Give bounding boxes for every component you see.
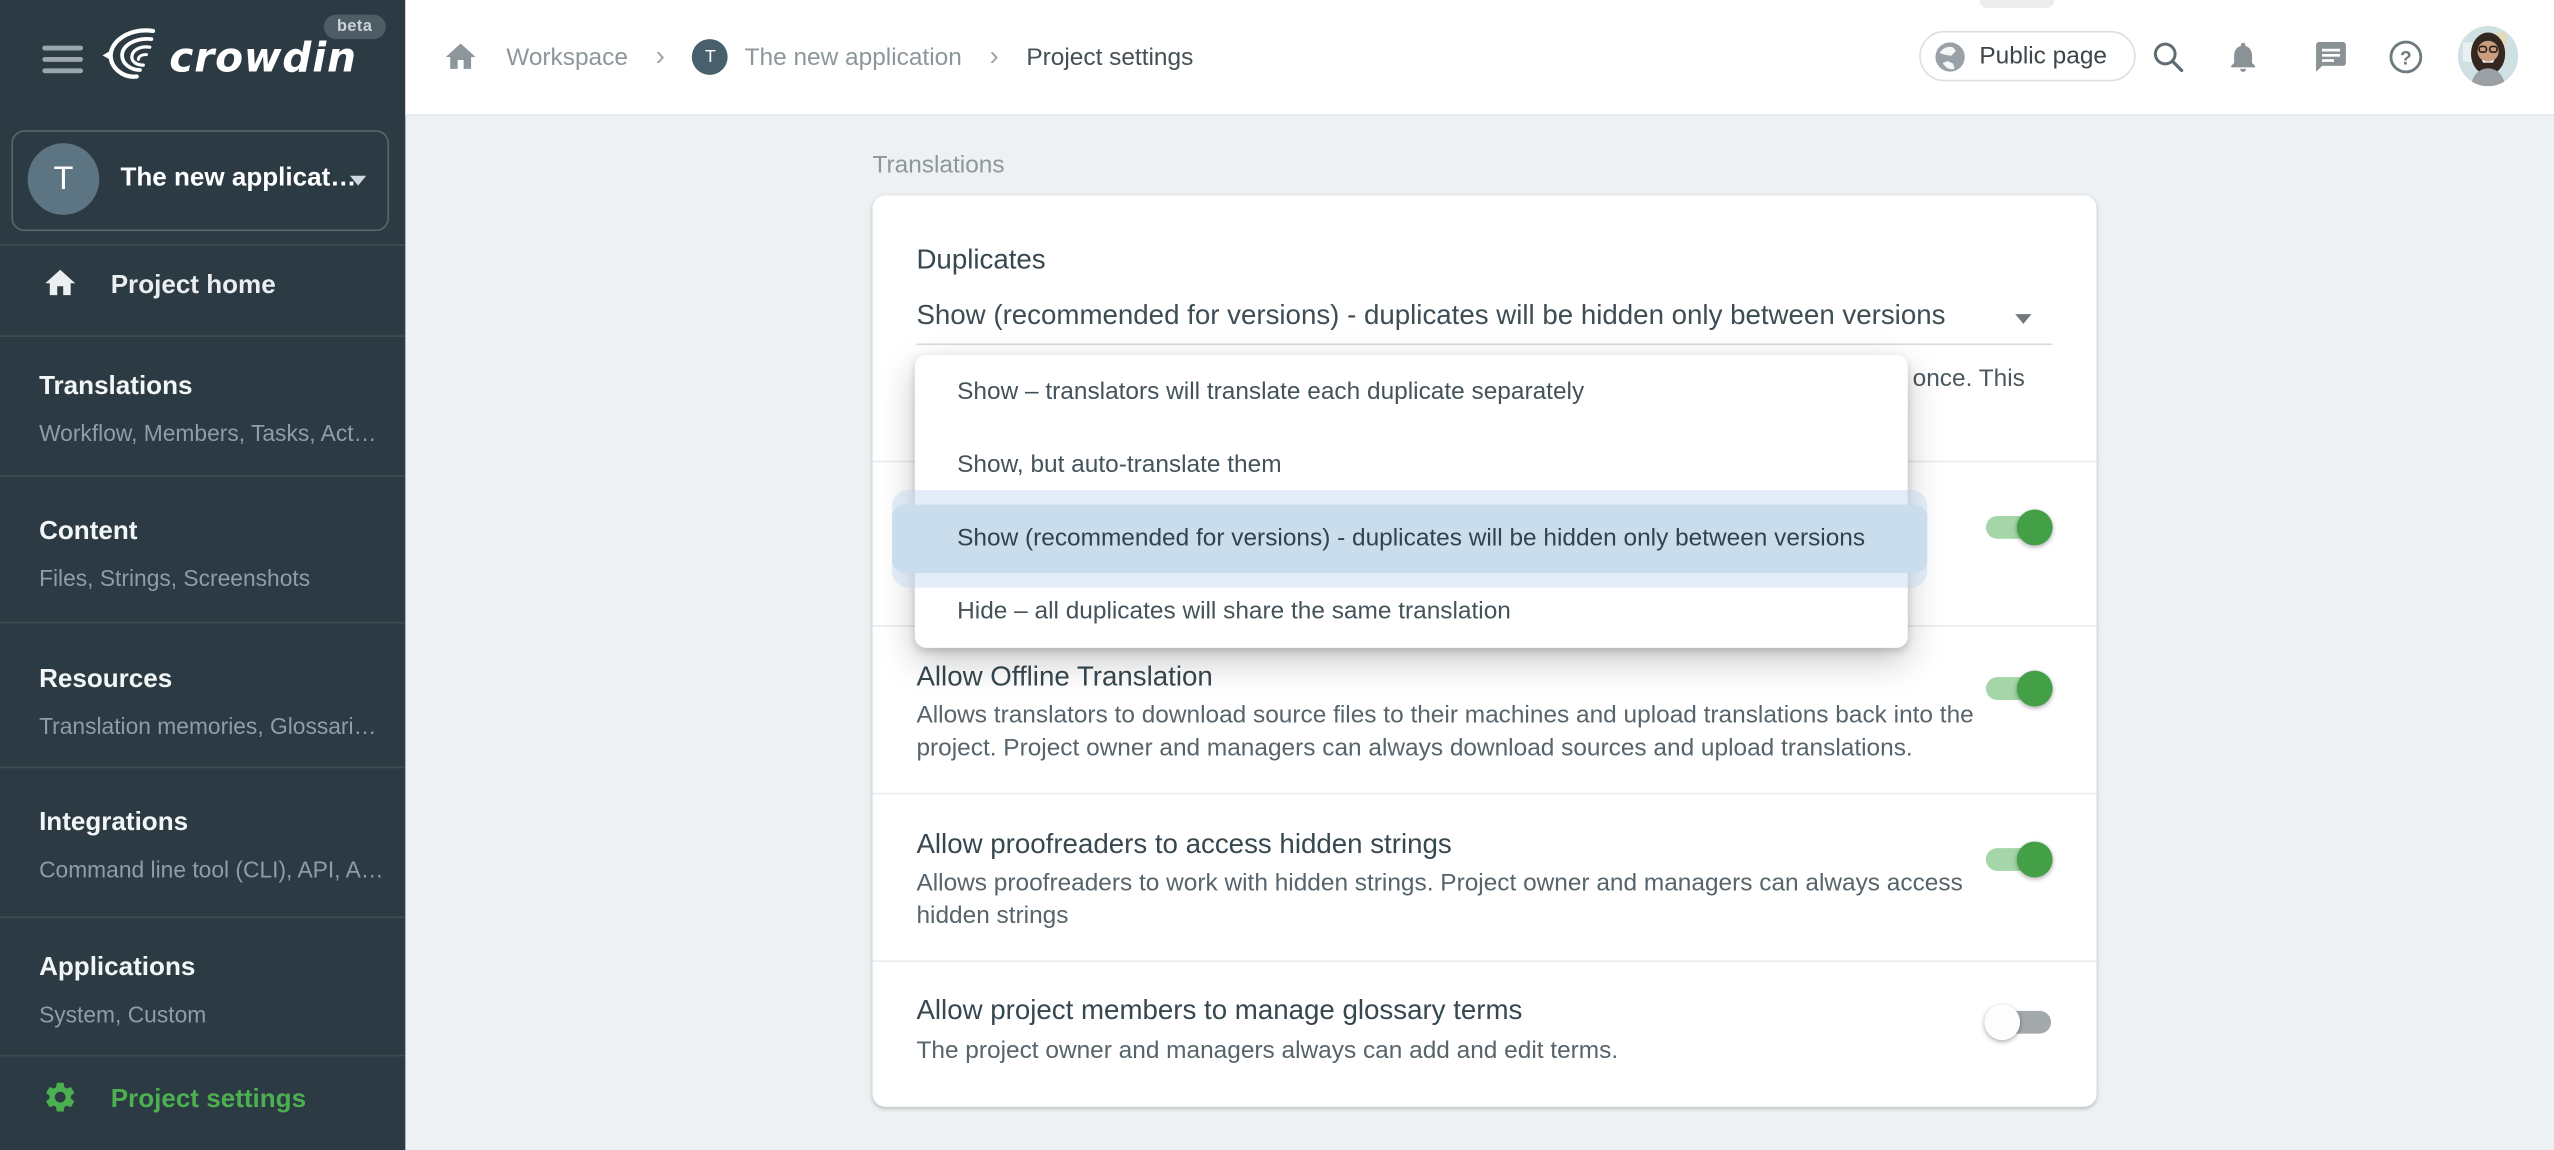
- svg-text:?: ?: [2400, 47, 2412, 69]
- chevron-right-icon: ›: [655, 40, 665, 72]
- duplicates-select[interactable]: Show (recommended for versions) - duplic…: [916, 300, 2052, 333]
- section-title: Resources: [39, 665, 173, 694]
- breadcrumb-workspace[interactable]: Workspace: [506, 43, 628, 71]
- globe-icon: [1935, 41, 1965, 71]
- setting-description: The project owner and managers always ca…: [916, 1036, 1619, 1065]
- gear-icon: [46, 1082, 75, 1112]
- search-icon[interactable]: [2150, 39, 2186, 75]
- divider: [0, 475, 406, 477]
- breadcrumb-current: Project settings: [1026, 43, 1194, 71]
- duplicates-dropdown-menu: Show – translators will translate each d…: [892, 354, 1928, 648]
- breadcrumb: Workspace › T The new application › Proj…: [443, 0, 1194, 114]
- section-subtitle: Command line tool (CLI), API, A…: [39, 856, 384, 883]
- section-subtitle: Files, Strings, Screenshots: [39, 564, 311, 591]
- proofreaders-hidden-strings-toggle[interactable]: [1984, 841, 2053, 878]
- tooltip-remnant: [1979, 0, 2055, 9]
- home-icon: [45, 269, 76, 296]
- divider: [0, 335, 406, 337]
- breadcrumb-project-label[interactable]: The new application: [745, 43, 962, 71]
- sidebar-item-label: Project settings: [110, 1085, 307, 1114]
- duplicates-select-value: Show (recommended for versions) - duplic…: [916, 299, 1946, 331]
- select-underline: [916, 343, 2053, 346]
- sidebar-item-project-home[interactable]: Project home: [0, 257, 405, 329]
- section-title: Applications: [39, 953, 196, 982]
- caret-down-icon[interactable]: [2015, 314, 2032, 324]
- notifications-bell-icon[interactable]: [2225, 39, 2261, 75]
- sidebar: crowdin beta T The new applicat… Project…: [0, 0, 406, 1150]
- user-avatar[interactable]: [2457, 26, 2519, 87]
- app-window: crowdin beta T The new applicat… Project…: [0, 0, 2554, 1150]
- page-label: Translations: [872, 151, 1005, 180]
- caret-down-icon: [349, 175, 367, 186]
- project-avatar: T: [27, 143, 100, 215]
- project-switcher-label: The new applicat…: [120, 164, 357, 193]
- setting-description: Allows proofreaders to work with hidden …: [916, 869, 1963, 929]
- divider: [0, 916, 406, 919]
- breadcrumb-project[interactable]: T The new application: [692, 39, 962, 75]
- divider: [0, 621, 406, 624]
- public-page-label: Public page: [1979, 42, 2108, 70]
- setting-description: Allows translators to download source fi…: [916, 701, 1974, 761]
- hamburger-menu-icon[interactable]: [42, 45, 84, 74]
- dropdown-option-show-recommended[interactable]: Show (recommended for versions) - duplic…: [915, 501, 1908, 574]
- duplicates-description-fragment: once. This: [1912, 364, 2025, 393]
- section-title: Content: [39, 517, 138, 546]
- sidebar-item-label: Project home: [110, 271, 276, 300]
- duplicates-title: Duplicates: [916, 244, 1046, 276]
- divider: [872, 960, 2097, 963]
- offline-translation-toggle[interactable]: [1984, 670, 2053, 707]
- setting-title-proofreaders-hidden-strings: Allow proofreaders to access hidden stri…: [916, 828, 1452, 860]
- topbar: Workspace › T The new application › Proj…: [405, 0, 2554, 116]
- section-subtitle: Translation memories, Glossari…: [39, 712, 377, 740]
- divider: [0, 244, 406, 246]
- divider: [0, 1054, 406, 1057]
- setting-title-manage-glossary-terms: Allow project members to manage glossary…: [916, 994, 1523, 1026]
- project-chip: T: [692, 39, 729, 75]
- project-switcher[interactable]: T The new applicat…: [11, 130, 390, 232]
- section-title: Integrations: [39, 809, 189, 837]
- divider: [0, 766, 406, 769]
- chevron-right-icon: ›: [989, 40, 999, 72]
- dropdown-option-hide[interactable]: Hide – all duplicates will share the sam…: [915, 575, 1908, 648]
- dropdown-option-auto-translate[interactable]: Show, but auto-translate them: [915, 428, 1908, 501]
- svg-text:crowdin: crowdin: [169, 34, 356, 82]
- section-subtitle: System, Custom: [39, 1001, 207, 1028]
- help-icon[interactable]: ?: [2388, 39, 2424, 75]
- messages-icon[interactable]: [2313, 39, 2349, 75]
- public-page-button[interactable]: Public page: [1919, 30, 2136, 82]
- dropdown-option-show-separately[interactable]: Show – translators will translate each d…: [915, 355, 1908, 428]
- manage-glossary-terms-toggle[interactable]: [1984, 1004, 2052, 1041]
- home-icon[interactable]: [443, 39, 479, 75]
- hidden-setting-toggle[interactable]: [1984, 509, 2053, 546]
- sidebar-item-project-settings[interactable]: Project settings: [0, 1071, 405, 1136]
- section-title: Translations: [39, 372, 193, 401]
- section-subtitle: Workflow, Members, Tasks, Act…: [39, 419, 377, 447]
- setting-title-offline-translation: Allow Offline Translation: [916, 660, 1213, 692]
- divider: [872, 792, 2097, 795]
- beta-badge: beta: [323, 14, 386, 40]
